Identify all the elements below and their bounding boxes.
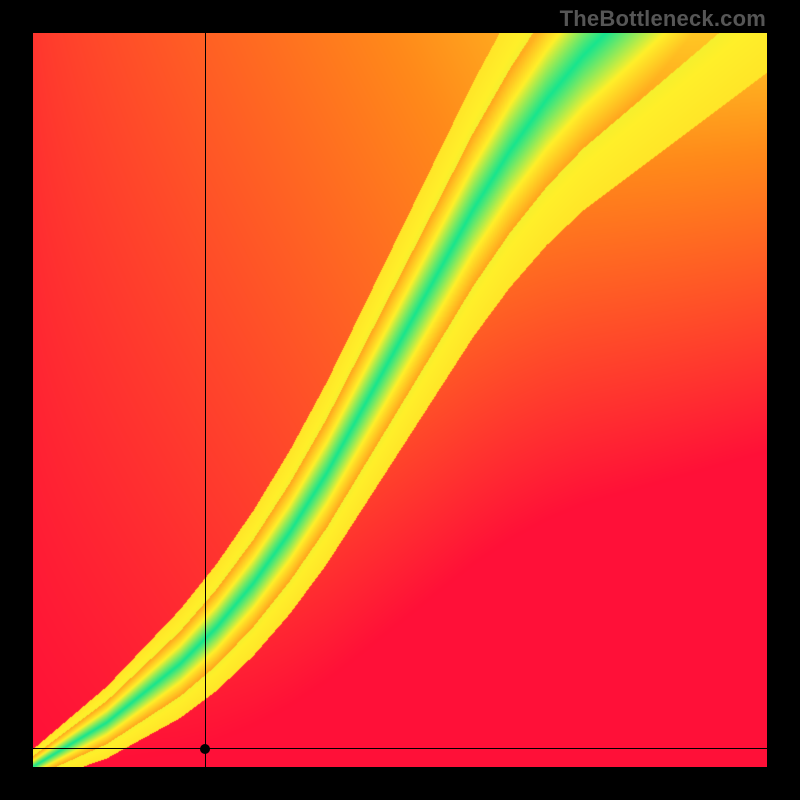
heatmap-plot (33, 33, 767, 767)
outer-frame: TheBottleneck.com (0, 0, 800, 800)
crosshair-vertical (205, 33, 207, 767)
heatmap-canvas (33, 33, 767, 767)
watermark-text: TheBottleneck.com (560, 6, 766, 32)
crosshair-horizontal (33, 748, 767, 750)
